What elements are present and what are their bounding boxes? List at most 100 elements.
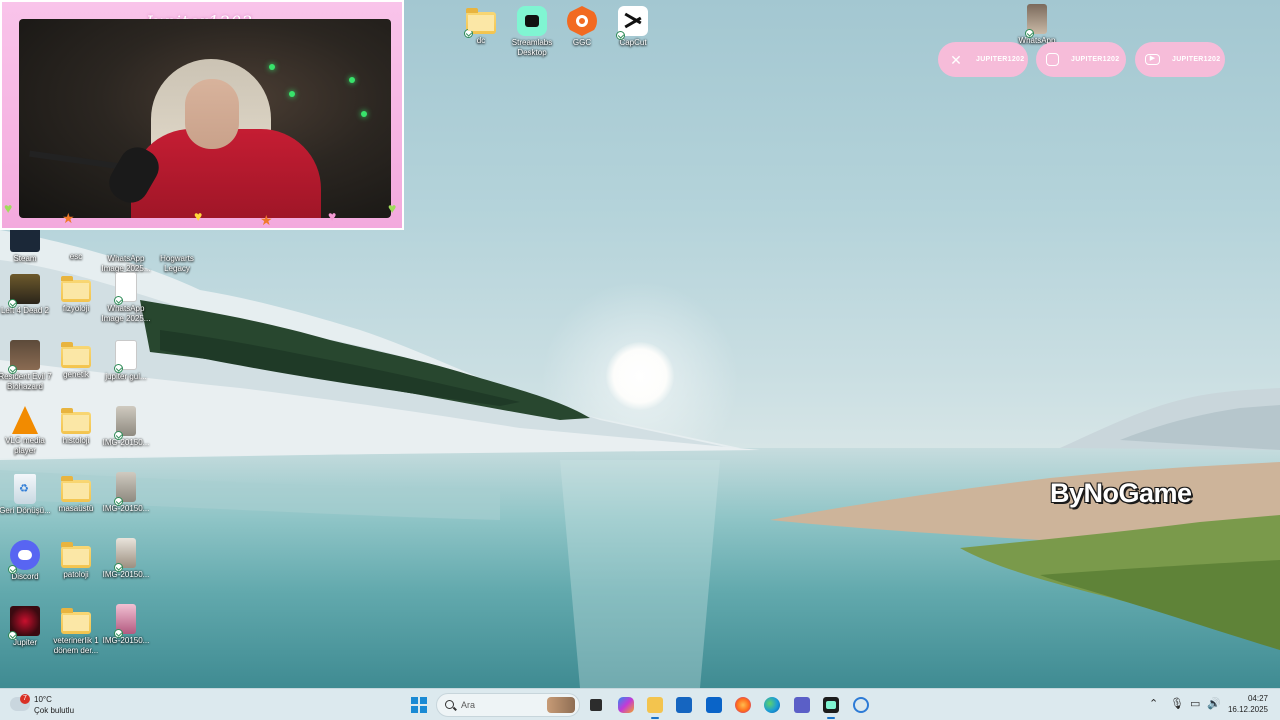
desktop-icon-label: WhatsApp Image 2025...: [101, 304, 151, 323]
system-clock[interactable]: 04:27 16.12.2025: [1228, 693, 1268, 715]
heart-decoration-icon: ♥: [4, 200, 13, 216]
weather-widget[interactable]: 7 10°C Çok bulutlu: [10, 693, 100, 717]
edge-icon: [764, 697, 780, 713]
desktop-icon-fizyoloji[interactable]: fizyoloji: [49, 274, 103, 314]
rgb-light: [269, 64, 275, 70]
desktop-icon-label: Left 4 Dead 2: [0, 306, 50, 315]
social-handle: JUPITER1202: [1071, 56, 1120, 63]
social-pill-youtube: ▶ JUPITER1202: [1135, 42, 1225, 77]
streamer-face: [185, 79, 239, 149]
image-thumbnail-icon: [114, 472, 136, 506]
desktop-icon-img-1[interactable]: IMG-20150...: [99, 406, 153, 448]
vlc-cone-icon: [12, 406, 38, 434]
streamlabs-taskbar-button[interactable]: [819, 693, 843, 719]
desktop-icon-discord[interactable]: Discord: [0, 540, 52, 582]
desktop-icon-recycle-bin[interactable]: ♻ Geri Dönüşü...: [0, 474, 52, 516]
desktop-icon-label: Resident Evil 7 Biohazard: [0, 372, 52, 391]
copilot-button[interactable]: [614, 693, 638, 717]
sync-check-icon: [464, 29, 473, 38]
desktop-icon-label: IMG-20150...: [102, 636, 150, 645]
weather-condition: Çok bulutlu: [34, 706, 75, 715]
desktop-icon-ggc[interactable]: GGC: [555, 6, 609, 48]
store-button[interactable]: [672, 693, 696, 717]
gear-icon: [853, 697, 869, 713]
taskbar-search[interactable]: Ara: [436, 693, 580, 717]
desktop-icon-label: veterinerlik 1 dönem der...: [53, 636, 99, 655]
desktop-icon-jupiter[interactable]: Jupiter: [0, 606, 52, 648]
desktop-icon-histoloji[interactable]: histoloji: [49, 406, 103, 446]
desktop-icon-whatsapp-image-2[interactable]: WhatsApp Image 2025...: [99, 272, 153, 324]
resident-evil-icon: [8, 340, 40, 374]
desktop-icon-whatsapp-top[interactable]: WhatsApp: [1010, 4, 1064, 46]
sync-check-icon: [1025, 29, 1034, 38]
image-thumbnail-icon: [114, 406, 136, 440]
teams-button[interactable]: [790, 693, 814, 717]
outlook-icon: [706, 697, 722, 713]
desktop-icon-label: Jupiter: [12, 638, 37, 647]
heart-decoration-icon: ♥: [194, 208, 203, 224]
weather-temperature: 10°C: [34, 695, 52, 704]
volume-icon[interactable]: 🔊: [1207, 697, 1221, 710]
desktop-icon-streamlabs[interactable]: Streamlabs Desktop: [505, 6, 559, 58]
desktop-icon-genetik[interactable]: genetik: [49, 340, 103, 380]
x-logo-icon: ✕: [950, 51, 962, 68]
start-button[interactable]: [407, 693, 431, 717]
image-thumbnail-icon: [1025, 4, 1047, 38]
firefox-button[interactable]: [731, 693, 755, 717]
folder-icon: [61, 342, 91, 368]
heart-decoration-icon: ♥: [388, 200, 397, 216]
network-icon[interactable]: ▭: [1190, 697, 1200, 710]
desktop-icon-img-4[interactable]: IMG-20150...: [99, 604, 153, 646]
desktop-icon-masaustu[interactable]: masaüstü: [49, 474, 103, 514]
clock-time: 04:27: [1247, 694, 1268, 703]
search-highlight-image: [547, 697, 575, 713]
rgb-light: [361, 111, 367, 117]
outlook-button[interactable]: [702, 693, 726, 717]
discord-icon: [8, 540, 40, 574]
chevron-up-icon[interactable]: ⌃: [1149, 697, 1158, 710]
store-icon: [676, 697, 692, 713]
sync-check-icon: [8, 565, 17, 574]
desktop-icon-label: dc: [476, 36, 486, 45]
task-view-button[interactable]: [584, 693, 608, 717]
desktop-icon-label: VLC media player: [5, 436, 45, 455]
desktop-icon-patoloji[interactable]: patoloji: [49, 540, 103, 580]
desktop-icon-resident-evil-7[interactable]: Resident Evil 7 Biohazard: [0, 340, 52, 392]
desktop-icon-label: Steam: [13, 254, 37, 263]
folder-icon: [61, 476, 91, 502]
desktop-icon-left4dead2[interactable]: Left 4 Dead 2: [0, 274, 52, 316]
desktop-icon-img-2[interactable]: IMG-20150...: [99, 472, 153, 514]
sync-check-icon: [114, 497, 123, 506]
desktop-icon-label: jupiter gul...: [105, 372, 147, 381]
desktop-icon-dc[interactable]: dc: [454, 6, 508, 46]
sync-check-icon: [114, 563, 123, 572]
desktop-icon-vlc[interactable]: VLC media player: [0, 406, 52, 456]
sync-check-icon: [8, 365, 17, 374]
desktop-icon-label: Hogwarts Legacy: [160, 254, 194, 273]
file-explorer-button[interactable]: [643, 693, 667, 719]
teams-icon: [794, 697, 810, 713]
desktop-icon-img-3[interactable]: IMG-20150...: [99, 538, 153, 580]
search-icon: [445, 700, 454, 709]
edge-button[interactable]: [760, 693, 784, 717]
star-decoration-icon: ★: [260, 212, 273, 228]
desktop-icon-label: masaüstü: [58, 504, 94, 513]
desktop-icon-jupiter-gul[interactable]: jupiter gul...: [99, 340, 153, 382]
social-pill-x: ✕ JUPITER1202: [938, 42, 1028, 77]
youtube-icon: ▶: [1145, 54, 1160, 65]
rgb-light: [289, 91, 295, 97]
desktop-icon-label: WhatsApp Image 2025...: [101, 254, 151, 273]
webcam-overlay: Jupiter1202_ ♥ ★ ♥ ★ ♥ ♥: [0, 0, 404, 230]
desktop-icon-capcut[interactable]: CapCut: [606, 6, 660, 48]
folder-icon: [464, 8, 496, 38]
settings-taskbar-button[interactable]: [849, 693, 873, 717]
search-placeholder: Ara: [461, 700, 476, 710]
desktop-icon-veterinerlik[interactable]: veterinerlik 1 dönem der...: [49, 606, 103, 656]
folder-icon: [647, 697, 663, 713]
desktop-icon-label: fizyoloji: [62, 304, 90, 313]
folder-icon: [61, 608, 91, 634]
microphone-icon[interactable]: 🎙: [1170, 697, 1184, 710]
sync-check-icon: [8, 299, 17, 308]
desktop-icon-label: IMG-20150...: [102, 504, 150, 513]
left4dead2-icon: [8, 274, 40, 308]
